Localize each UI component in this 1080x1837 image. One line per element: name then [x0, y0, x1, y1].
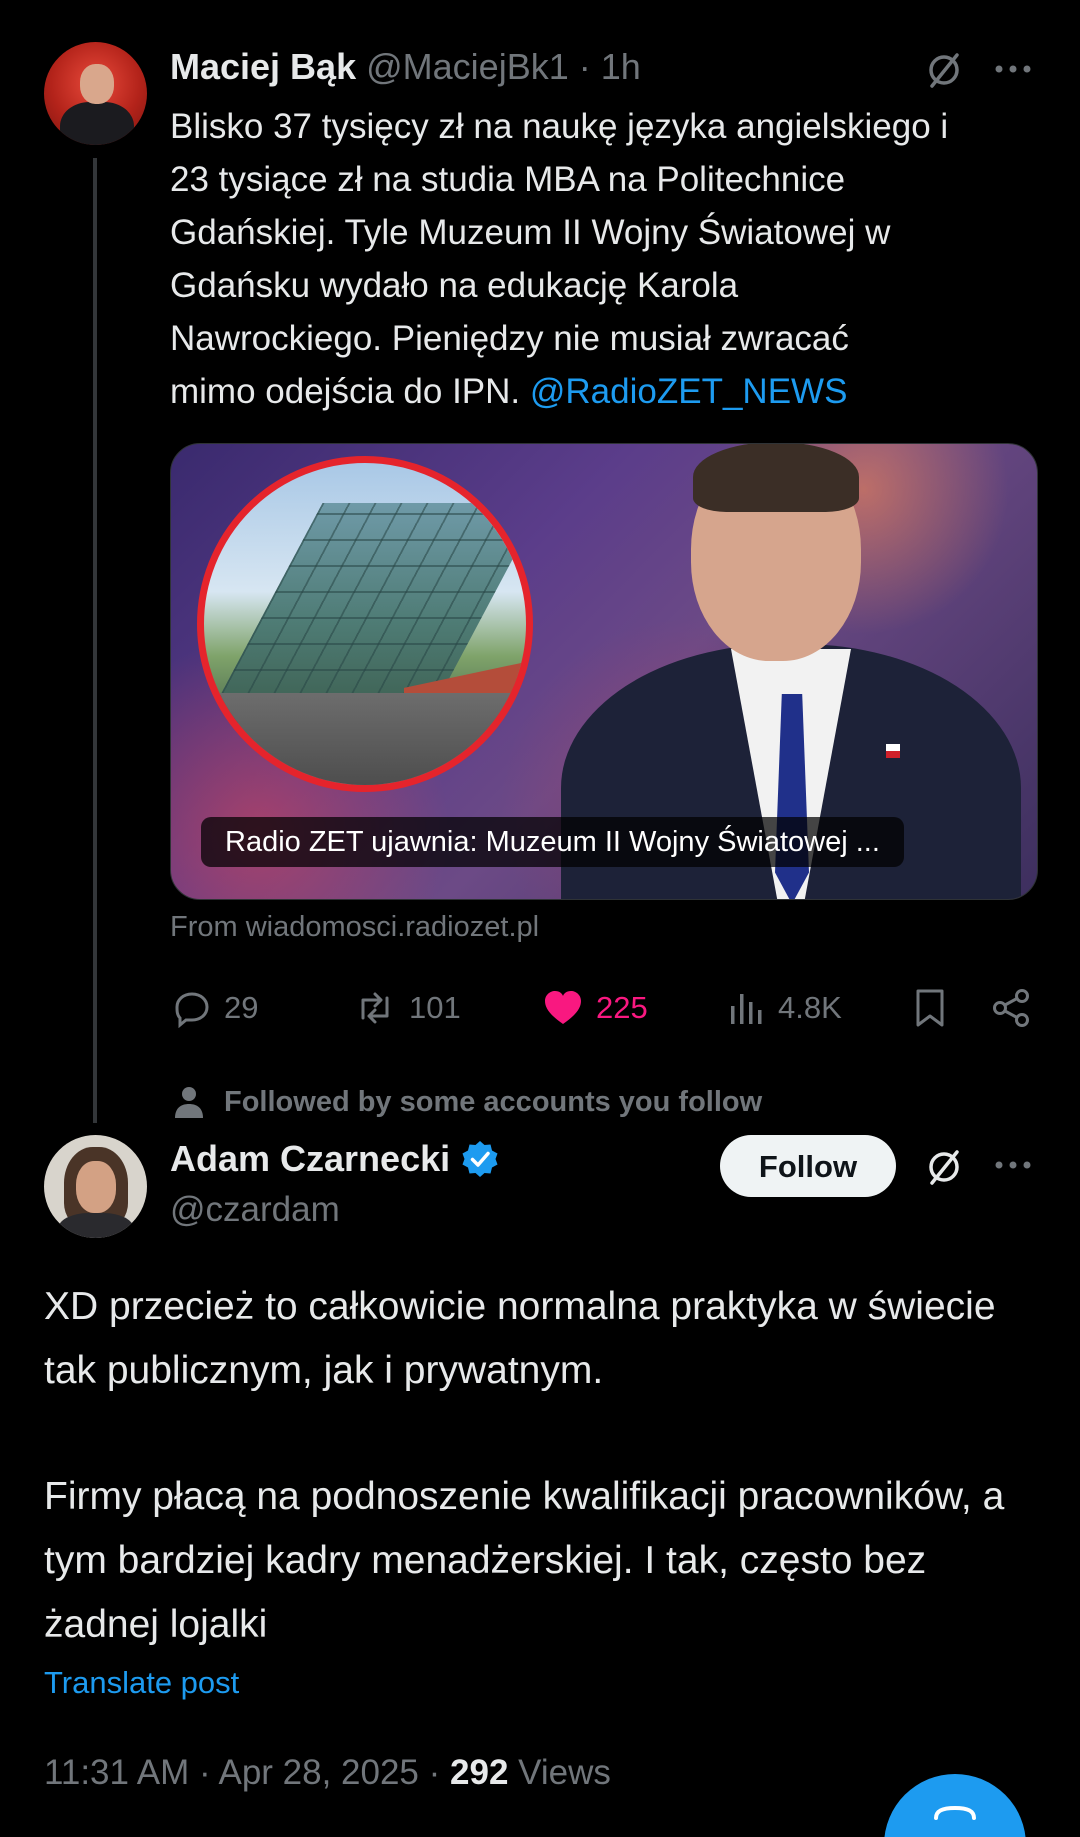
follow-button[interactable]: Follow	[720, 1135, 896, 1197]
parent-tweet-header: Maciej Bąk @MaciejBk1 · 1h	[170, 46, 641, 88]
reply-button[interactable]: 29	[172, 983, 258, 1033]
main-tweet-text: XD przecież to całkowicie normalna prakt…	[44, 1275, 1034, 1657]
museum-photo-inset	[197, 456, 533, 792]
views-count: 4.8K	[778, 990, 842, 1025]
avatar-maciej[interactable]	[44, 42, 147, 145]
tweet-paragraph: XD przecież to całkowicie normalna prakt…	[44, 1285, 996, 1392]
text-line: Blisko 37 tysięcy zł na naukę języka ang…	[170, 107, 949, 146]
views-icon	[731, 994, 762, 1024]
tweet-meta: 11:31 AM · Apr 28, 2025 · 292 Views	[44, 1753, 611, 1793]
mention-link[interactable]: @RadioZET_NEWS	[530, 372, 848, 411]
separator: ·	[199, 1753, 211, 1792]
action-bar: 29 101 225 4.8K	[170, 983, 1040, 1033]
repost-icon	[361, 992, 389, 1024]
tweet-time[interactable]: 1h	[601, 46, 641, 87]
person-icon	[175, 1087, 203, 1118]
author-name[interactable]: Adam Czarnecki	[170, 1138, 450, 1180]
text-line: 23 tysiące zł na studia MBA na Politechn…	[170, 160, 846, 199]
separator: ·	[428, 1753, 441, 1792]
link-card-image[interactable]: Radio ZET ujawnia: Muzeum II Wojny Świat…	[170, 443, 1038, 900]
share-button[interactable]	[990, 983, 1032, 1033]
tweet-paragraph: Firmy płacą na podnoszenie kwalifikacji …	[44, 1475, 1005, 1646]
author-name[interactable]: Maciej Bąk	[170, 46, 356, 87]
tweet-time[interactable]: 11:31 AM	[44, 1753, 189, 1792]
compose-fab-button[interactable]	[884, 1774, 1026, 1837]
share-icon	[993, 989, 1029, 1027]
thread-line	[93, 158, 97, 1123]
separator: ·	[578, 46, 591, 87]
more-icon[interactable]	[993, 62, 1033, 76]
text-line: Gdańskiej. Tyle Muzeum II Wojny Światowe…	[170, 213, 891, 252]
repost-button[interactable]: 101	[353, 983, 461, 1033]
text-line: mimo odejścia do IPN. @RadioZET_NEWS	[170, 372, 848, 411]
heart-icon	[545, 991, 581, 1024]
text-line: Gdańsku wydało na edukację Karola	[170, 266, 739, 305]
like-count: 225	[596, 990, 648, 1025]
card-caption: Radio ZET ujawnia: Muzeum II Wojny Świat…	[201, 817, 904, 867]
social-context: Followed by some accounts you follow	[172, 1085, 762, 1119]
reply-count: 29	[224, 990, 259, 1025]
compose-icon	[934, 1805, 976, 1820]
views-count: 292	[450, 1753, 509, 1792]
tweet-date[interactable]: Apr 28, 2025	[218, 1753, 418, 1792]
bookmark-button[interactable]	[912, 983, 948, 1033]
verified-badge-icon	[462, 1141, 498, 1177]
views-button[interactable]: 4.8K	[726, 983, 842, 1033]
like-button[interactable]: 225	[542, 983, 648, 1033]
author-handle[interactable]: @MaciejBk1	[366, 46, 569, 87]
parent-tweet-text: Blisko 37 tysięcy zł na naukę języka ang…	[170, 100, 1050, 418]
text-line: Nawrockiego. Pieniędzy nie musiał zwraca…	[170, 319, 849, 358]
bookmark-icon	[916, 989, 944, 1027]
card-source[interactable]: From wiadomosci.radiozet.pl	[170, 911, 539, 944]
avatar-adam[interactable]	[44, 1135, 147, 1238]
grok-icon[interactable]	[924, 1147, 964, 1187]
followed-by-text: Followed by some accounts you follow	[224, 1085, 763, 1118]
reply-icon	[175, 992, 209, 1028]
translate-post-link[interactable]: Translate post	[44, 1665, 239, 1701]
author-handle[interactable]: @czardam	[170, 1190, 340, 1230]
grok-icon[interactable]	[924, 50, 964, 90]
more-icon[interactable]	[993, 1158, 1033, 1172]
main-author: Adam Czarnecki	[170, 1138, 500, 1180]
repost-count: 101	[409, 990, 461, 1025]
views-label: Views	[518, 1753, 611, 1792]
